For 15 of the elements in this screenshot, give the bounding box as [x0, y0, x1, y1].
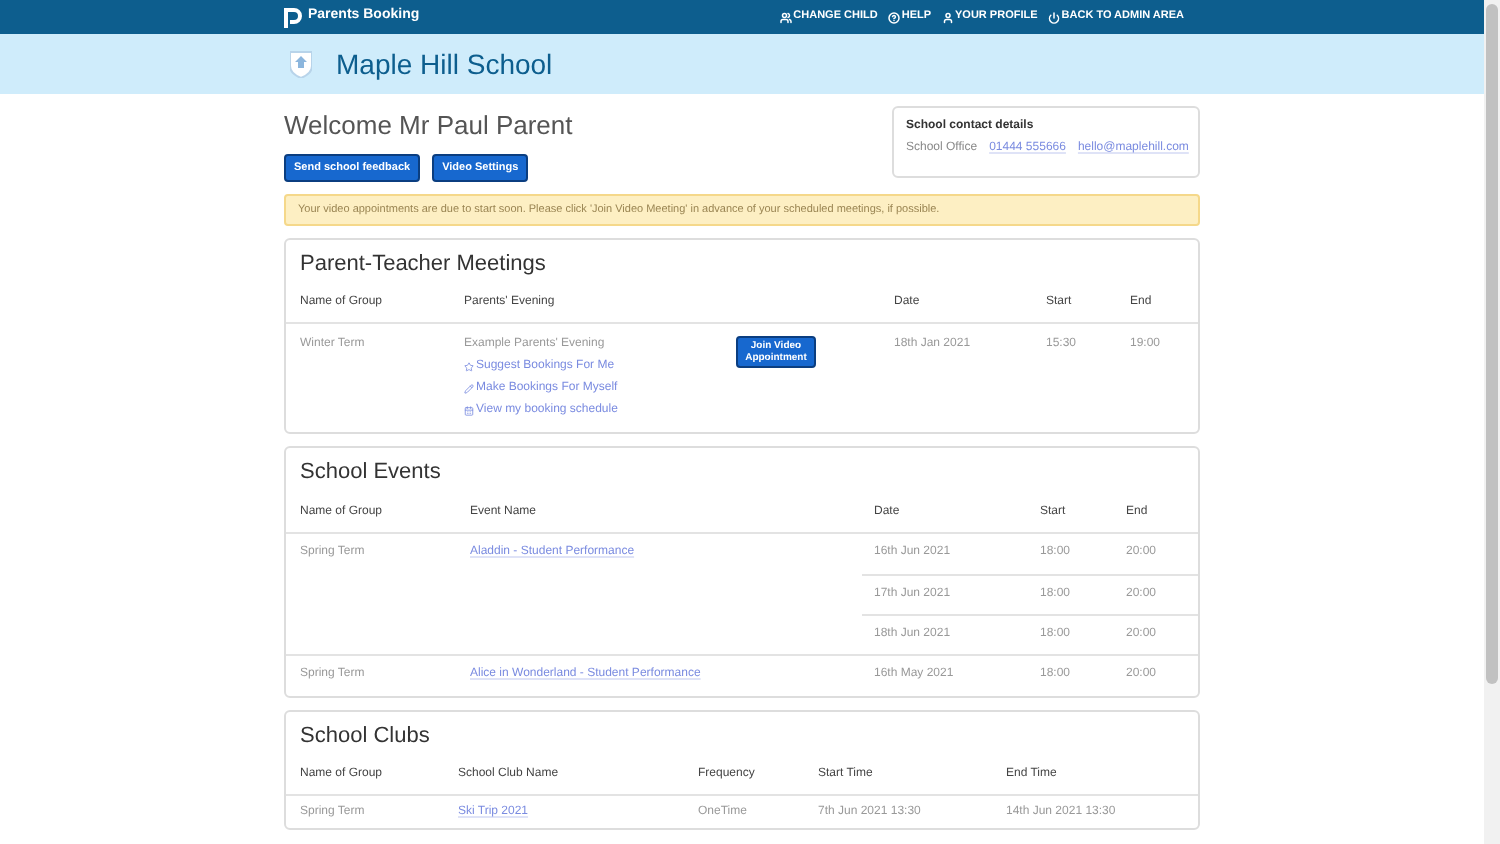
- pencil-icon: [464, 384, 474, 395]
- users-icon: [779, 11, 792, 23]
- section-title: School Events: [298, 458, 443, 489]
- logo-icon: [284, 7, 302, 27]
- star-icon: [464, 362, 474, 373]
- power-icon: [1047, 11, 1060, 23]
- school-crest-icon: [290, 50, 312, 78]
- help-icon: [887, 11, 900, 23]
- user-icon: [941, 11, 954, 23]
- calendar-icon: [464, 406, 474, 417]
- section-title: Parent-Teacher Meetings: [298, 249, 548, 280]
- section-title: School Clubs: [298, 721, 432, 752]
- scrollbar[interactable]: [1484, 0, 1500, 844]
- school-name: Maple Hill School: [336, 45, 553, 84]
- welcome-heading: Welcome Mr Paul Parent: [284, 108, 573, 144]
